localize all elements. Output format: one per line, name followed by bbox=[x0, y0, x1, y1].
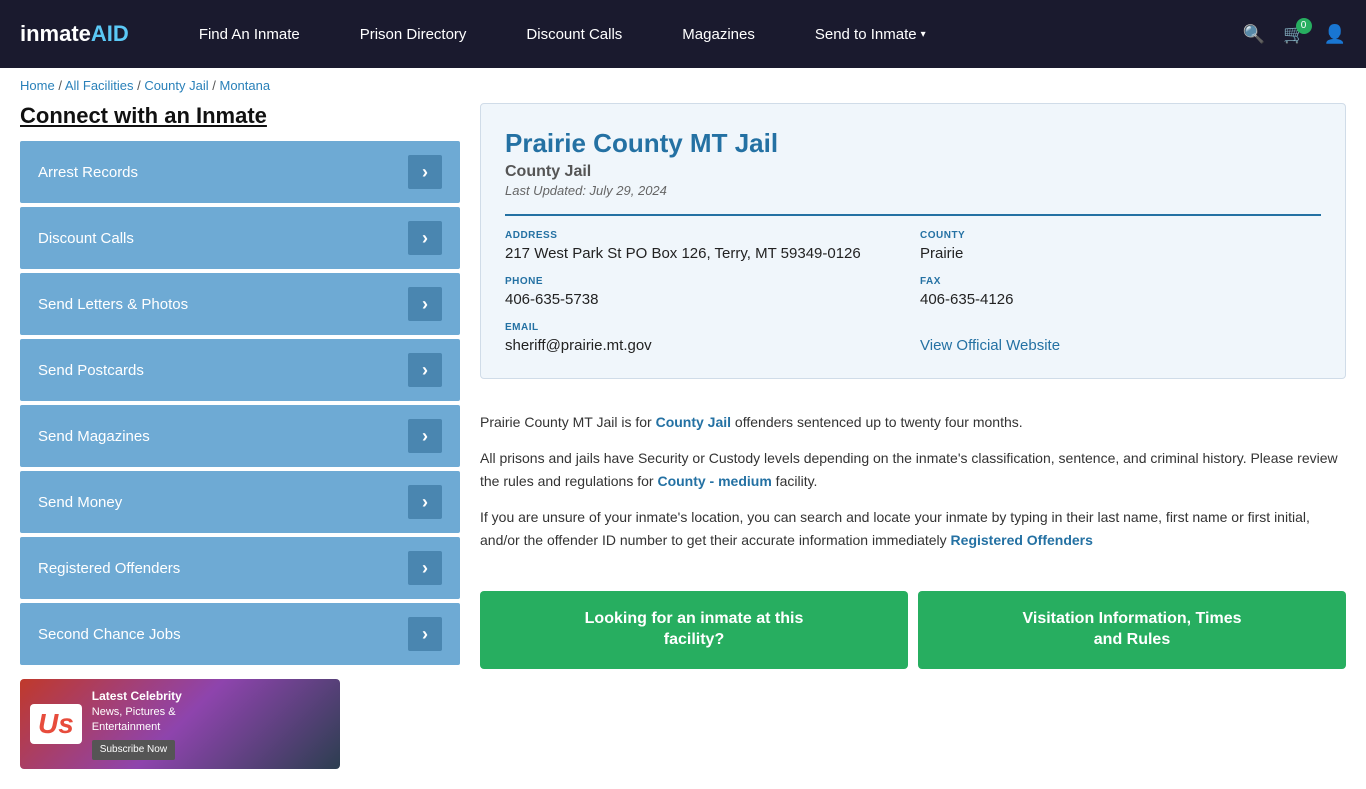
nav-send-to-inmate[interactable]: Send to Inmate ▾ bbox=[785, 0, 956, 68]
sidebar-item-send-money[interactable]: Send Money › bbox=[20, 471, 460, 533]
logo-aid: AID bbox=[91, 21, 129, 46]
search-icon[interactable]: 🔍 bbox=[1243, 24, 1265, 45]
facility-updated: Last Updated: July 29, 2024 bbox=[505, 183, 1321, 198]
breadcrumb: Home / All Facilities / County Jail / Mo… bbox=[0, 68, 1366, 103]
navbar: inmateAID Find An Inmate Prison Director… bbox=[0, 0, 1366, 68]
nav-prison-directory[interactable]: Prison Directory bbox=[330, 0, 497, 68]
info-grid: ADDRESS 217 West Park St PO Box 126, Ter… bbox=[505, 214, 1321, 354]
breadcrumb-home[interactable]: Home bbox=[20, 78, 55, 93]
chevron-right-icon: › bbox=[408, 419, 442, 453]
ad-banner[interactable]: Us Latest Celebrity News, Pictures & Ent… bbox=[20, 679, 340, 769]
cart-badge: 0 bbox=[1296, 18, 1312, 34]
bottom-buttons: Looking for an inmate at this facility? … bbox=[480, 591, 1346, 669]
facility-type: County Jail bbox=[505, 163, 1321, 181]
chevron-right-icon: › bbox=[408, 221, 442, 255]
navbar-icons: 🔍 🛒 0 👤 bbox=[1243, 24, 1346, 45]
breadcrumb-all-facilities[interactable]: All Facilities bbox=[65, 78, 134, 93]
county-block: COUNTY Prairie bbox=[920, 230, 1321, 262]
chevron-right-icon: › bbox=[408, 353, 442, 387]
sidebar-item-arrest-records[interactable]: Arrest Records › bbox=[20, 141, 460, 203]
chevron-right-icon: › bbox=[408, 617, 442, 651]
description-p3: If you are unsure of your inmate's locat… bbox=[480, 506, 1346, 551]
dropdown-arrow-icon: ▾ bbox=[921, 29, 926, 40]
chevron-right-icon: › bbox=[408, 551, 442, 585]
nav-links: Find An Inmate Prison Directory Discount… bbox=[169, 0, 1243, 68]
description-p1: Prairie County MT Jail is for County Jai… bbox=[480, 411, 1346, 433]
breadcrumb-county-jail[interactable]: County Jail bbox=[144, 78, 208, 93]
website-block: View Official Website bbox=[920, 322, 1321, 354]
sidebar-item-send-postcards[interactable]: Send Postcards › bbox=[20, 339, 460, 401]
facility-name: Prairie County MT Jail bbox=[505, 128, 1321, 159]
ad-logo: Us bbox=[30, 704, 82, 744]
chevron-right-icon: › bbox=[408, 485, 442, 519]
county-jail-link[interactable]: County Jail bbox=[656, 414, 731, 430]
fax-block: FAX 406-635-4126 bbox=[920, 276, 1321, 308]
ad-text: Latest Celebrity News, Pictures & Entert… bbox=[92, 688, 182, 760]
visitation-info-button[interactable]: Visitation Information, Times and Rules bbox=[918, 591, 1346, 669]
logo-inmate: inmate bbox=[20, 21, 91, 46]
description-area: Prairie County MT Jail is for County Jai… bbox=[480, 395, 1346, 581]
nav-find-inmate[interactable]: Find An Inmate bbox=[169, 0, 330, 68]
description-p2: All prisons and jails have Security or C… bbox=[480, 447, 1346, 492]
sidebar: Connect with an Inmate Arrest Records › … bbox=[20, 103, 460, 769]
sidebar-item-send-magazines[interactable]: Send Magazines › bbox=[20, 405, 460, 467]
address-block: ADDRESS 217 West Park St PO Box 126, Ter… bbox=[505, 230, 906, 262]
ad-subscribe-button[interactable]: Subscribe Now bbox=[92, 740, 175, 760]
registered-offenders-link[interactable]: Registered Offenders bbox=[951, 532, 1093, 548]
county-medium-link[interactable]: County - medium bbox=[657, 473, 771, 489]
cart-icon[interactable]: 🛒 0 bbox=[1283, 24, 1305, 45]
content-area: Prairie County MT Jail County Jail Last … bbox=[480, 103, 1346, 769]
main-layout: Connect with an Inmate Arrest Records › … bbox=[0, 103, 1366, 789]
email-block: EMAIL sheriff@prairie.mt.gov bbox=[505, 322, 906, 354]
view-official-website-link[interactable]: View Official Website bbox=[920, 337, 1060, 354]
sidebar-title: Connect with an Inmate bbox=[20, 103, 460, 129]
facility-card: Prairie County MT Jail County Jail Last … bbox=[480, 103, 1346, 379]
user-icon[interactable]: 👤 bbox=[1324, 24, 1346, 45]
chevron-right-icon: › bbox=[408, 155, 442, 189]
nav-discount-calls[interactable]: Discount Calls bbox=[496, 0, 652, 68]
chevron-right-icon: › bbox=[408, 287, 442, 321]
sidebar-item-registered-offenders[interactable]: Registered Offenders › bbox=[20, 537, 460, 599]
site-logo[interactable]: inmateAID bbox=[20, 21, 129, 47]
looking-for-inmate-button[interactable]: Looking for an inmate at this facility? bbox=[480, 591, 908, 669]
nav-magazines[interactable]: Magazines bbox=[652, 0, 785, 68]
sidebar-item-send-letters[interactable]: Send Letters & Photos › bbox=[20, 273, 460, 335]
sidebar-item-second-chance-jobs[interactable]: Second Chance Jobs › bbox=[20, 603, 460, 665]
breadcrumb-montana[interactable]: Montana bbox=[219, 78, 270, 93]
sidebar-item-discount-calls[interactable]: Discount Calls › bbox=[20, 207, 460, 269]
sidebar-menu: Arrest Records › Discount Calls › Send L… bbox=[20, 141, 460, 665]
phone-block: PHONE 406-635-5738 bbox=[505, 276, 906, 308]
